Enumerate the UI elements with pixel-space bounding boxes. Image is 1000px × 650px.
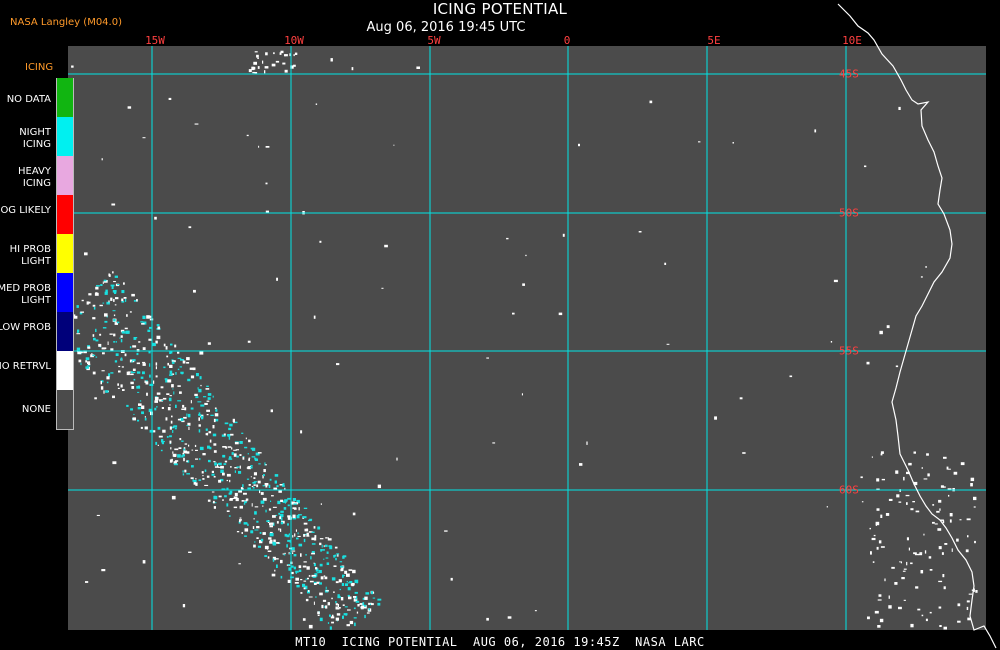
legend-swatch xyxy=(57,156,74,195)
cloud-retrieval-area xyxy=(70,50,978,630)
lat-label-60s: 60S xyxy=(839,483,859,497)
legend-label: MED PROB LIGHT xyxy=(0,283,51,306)
legend-label: NO DATA xyxy=(6,94,51,105)
legend-swatch xyxy=(57,351,74,390)
legend-label: MOG LIKELY xyxy=(0,205,51,216)
map-overlay xyxy=(68,3,997,649)
legend-swatch xyxy=(57,195,74,234)
legend-swatch xyxy=(57,117,74,156)
legend-item-none: NONE xyxy=(0,390,76,429)
lon-label-10e: 10E xyxy=(842,34,862,47)
coastline xyxy=(837,3,997,649)
lon-label-0: 0 xyxy=(563,34,571,47)
legend-swatch xyxy=(57,312,74,351)
legend-item-night-icing: NIGHT ICING xyxy=(0,117,76,156)
footer-caption: MT10 ICING POTENTIAL AUG 06, 2016 19:45Z… xyxy=(295,635,705,649)
lat-label-55s: 55S xyxy=(839,344,859,358)
map-datetime: Aug 06, 2016 19:45 UTC xyxy=(366,20,526,35)
legend-item-mog-likely: MOG LIKELY xyxy=(0,195,76,234)
lon-label-15w: 15W xyxy=(145,34,165,47)
legend-label: NIGHT ICING xyxy=(19,127,51,150)
legend-item-hi-prob-light: HI PROB LIGHT xyxy=(0,234,76,273)
legend-label: LOW PROB xyxy=(0,322,51,333)
legend-swatch xyxy=(57,78,74,117)
lat-lon-grid xyxy=(68,46,986,630)
legend-swatch xyxy=(57,390,74,429)
legend-item-heavy-icing: HEAVY ICING xyxy=(0,156,76,195)
legend-swatch xyxy=(57,234,74,273)
legend-label: NONE xyxy=(21,404,51,415)
legend-item-no-data: NO DATA xyxy=(0,78,76,117)
lat-label-50s: 50S xyxy=(839,206,859,220)
lon-label-5e: 5E xyxy=(707,34,721,47)
legend-item-low-prob: LOW PROB xyxy=(0,312,76,351)
lon-label-5w: 5W xyxy=(427,34,441,47)
legend-item-med-prob-light: MED PROB LIGHT xyxy=(0,273,76,312)
lon-label-10w: 10W xyxy=(284,34,304,47)
legend-label: HEAVY ICING xyxy=(18,166,51,189)
map-title: ICING POTENTIAL xyxy=(432,0,568,18)
legend-title: ICING xyxy=(25,62,54,73)
legend-swatch xyxy=(57,273,74,312)
source-label: NASA Langley (M04.0) xyxy=(10,17,122,28)
legend-item-no-retrvl: NO RETRVL xyxy=(0,351,76,390)
legend-label: HI PROB LIGHT xyxy=(9,244,51,267)
lat-label-45s: 45S xyxy=(839,67,859,81)
legend-label: NO RETRVL xyxy=(0,361,51,372)
